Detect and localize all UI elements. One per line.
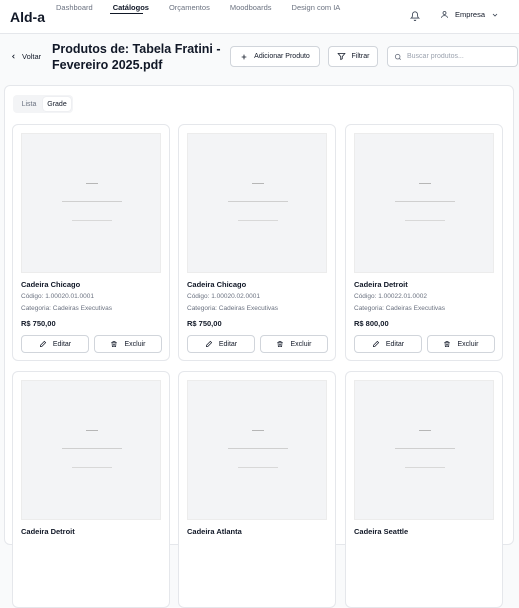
pencil-icon: [39, 340, 46, 347]
view-toggle: Lista Grade: [13, 95, 73, 113]
product-card: Cadeira Atlanta: [178, 371, 336, 608]
product-thumbnail: [187, 380, 327, 520]
delete-button[interactable]: Excluir: [427, 335, 495, 353]
bell-icon[interactable]: [410, 11, 420, 21]
filter-label: Filtrar: [351, 53, 370, 60]
delete-label: Excluir: [457, 340, 479, 348]
product-category: Categoria: Cadeiras Executivas: [187, 305, 279, 312]
nav-orcamentos[interactable]: Orçamentos: [169, 3, 210, 12]
back-label: Voltar: [22, 52, 42, 61]
product-category: Categoria: Cadeiras Executivas: [21, 305, 113, 312]
product-code: Código: 1.00020.01.0001: [21, 293, 95, 300]
plus-icon: [241, 54, 247, 59]
product-card: Cadeira Chicago Código: 1.00020.01.0001 …: [12, 124, 170, 361]
trash-icon: [111, 341, 118, 347]
product-card: Cadeira Chicago Código: 1.00020.02.0001 …: [178, 124, 336, 361]
nav-catalogos[interactable]: Catálogos: [113, 3, 149, 12]
product-code: Código: 1.00020.02.0001: [187, 293, 261, 300]
filter-icon: [336, 53, 346, 61]
product-price: R$ 750,00: [187, 319, 222, 328]
search-box: [387, 46, 518, 67]
edit-label: Editar: [218, 340, 238, 348]
delete-button[interactable]: Excluir: [94, 335, 162, 353]
product-card: Cadeira Detroit Código: 1.00022.01.0002 …: [345, 124, 503, 361]
product-price: R$ 750,00: [21, 319, 56, 328]
trash-icon: [277, 341, 284, 347]
user-menu-label: Empresa: [455, 10, 486, 19]
user-icon: [441, 11, 448, 18]
product-name: Cadeira Detroit: [354, 280, 408, 289]
add-product-button[interactable]: Adicionar Produto: [230, 46, 320, 67]
product-thumbnail: [21, 133, 161, 273]
nav-moodboards[interactable]: Moodboards: [230, 3, 272, 12]
trash-icon: [444, 341, 451, 347]
nav-design-ia[interactable]: Design com IA: [292, 3, 341, 12]
delete-label: Excluir: [124, 340, 146, 348]
product-name: Cadeira Chicago: [21, 280, 81, 289]
chevron-down-icon: [492, 13, 498, 17]
product-category: Categoria: Cadeiras Executivas: [354, 305, 446, 312]
page-title-line-1: Produtos de: Tabela Fratini -: [52, 42, 221, 56]
product-price: R$ 800,00: [354, 319, 389, 328]
filter-button[interactable]: Filtrar: [328, 46, 378, 67]
edit-label: Editar: [385, 340, 405, 348]
page-title-line-2: Fevereiro 2025.pdf: [52, 58, 163, 72]
edit-button[interactable]: Editar: [187, 335, 255, 353]
product-card: Cadeira Seattle: [345, 371, 503, 608]
main-nav: Dashboard Catálogos Orçamentos Moodboard…: [56, 3, 360, 12]
nav-active-indicator: [110, 13, 143, 14]
product-thumbnail: [354, 133, 494, 273]
product-thumbnail: [187, 133, 327, 273]
top-navigation-bar: Ald-a Dashboard Catálogos Orçamentos Moo…: [0, 0, 519, 34]
product-code: Código: 1.00022.01.0002: [354, 293, 428, 300]
product-name: Cadeira Chicago: [187, 280, 247, 289]
nav-dashboard[interactable]: Dashboard: [56, 3, 93, 12]
search-icon: [394, 53, 401, 60]
add-product-label: Adicionar Produto: [254, 53, 310, 60]
back-button[interactable]: Voltar: [10, 52, 41, 61]
edit-button[interactable]: Editar: [21, 335, 89, 353]
edit-button[interactable]: Editar: [354, 335, 422, 353]
page-title: Produtos de: Tabela Fratini - Fevereiro …: [52, 41, 227, 73]
product-thumbnail: [354, 380, 494, 520]
chevron-left-icon: [12, 54, 15, 59]
toggle-grid[interactable]: Grade: [43, 97, 71, 111]
product-card: Cadeira Detroit: [12, 371, 170, 608]
toggle-list[interactable]: Lista: [15, 97, 43, 111]
product-thumbnail: [21, 380, 161, 520]
edit-label: Editar: [52, 340, 72, 348]
delete-label: Excluir: [290, 340, 312, 348]
pencil-icon: [205, 340, 212, 347]
user-menu[interactable]: Empresa: [440, 10, 499, 19]
pencil-icon: [372, 340, 379, 347]
search-input[interactable]: [407, 53, 512, 60]
delete-button[interactable]: Excluir: [260, 335, 328, 353]
app-logo[interactable]: Ald-a: [10, 9, 45, 25]
